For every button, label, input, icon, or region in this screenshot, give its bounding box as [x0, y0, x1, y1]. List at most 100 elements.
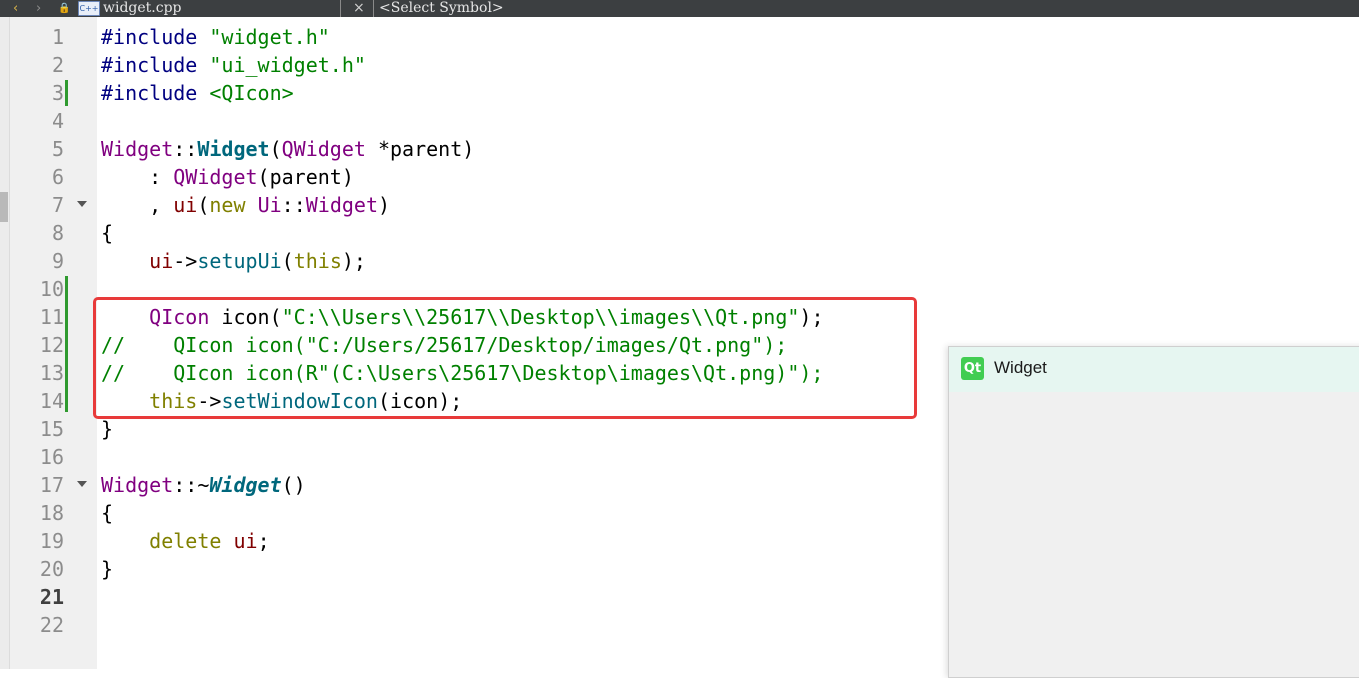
class-name: Widget — [101, 137, 174, 161]
keyword: new — [209, 193, 246, 217]
code-line-5[interactable]: Widget::Widget(QWidget *parent) — [101, 135, 474, 163]
qt-widget-window[interactable]: Qt Widget — [948, 346, 1359, 678]
code-line-1[interactable]: #include "widget.h" — [101, 23, 330, 51]
line-number: 12 — [39, 333, 64, 357]
current-line-number: 21 — [39, 585, 64, 609]
brace: { — [101, 221, 114, 245]
statement-end: ; — [257, 529, 270, 553]
window-titlebar[interactable]: Qt Widget — [949, 347, 1359, 392]
arrow-operator: -> — [173, 249, 198, 273]
param-type: QWidget — [281, 137, 366, 161]
line-number: 10 — [39, 277, 64, 301]
namespace-name: Ui — [257, 193, 282, 217]
indent: : — [101, 165, 174, 189]
change-marker — [65, 276, 68, 412]
line-number: 3 — [51, 81, 64, 105]
line-number: 5 — [51, 137, 64, 161]
class-name: Widget — [101, 473, 174, 497]
toolbar-divider — [373, 0, 374, 17]
line-number: 7 — [51, 193, 64, 217]
brace: } — [101, 417, 114, 441]
code-line-6[interactable]: : QWidget(parent) — [101, 163, 354, 191]
include-path: "ui_widget.h" — [197, 53, 366, 77]
fold-arrow-icon[interactable] — [77, 201, 87, 207]
line-number: 20 — [39, 557, 64, 581]
scope-operator: ::~ — [173, 473, 210, 497]
indent: , — [101, 193, 174, 217]
brace: { — [101, 501, 114, 525]
highlight-annotation-box — [93, 297, 917, 419]
destructor-name: Widget — [209, 473, 282, 497]
empty-params: () — [281, 473, 306, 497]
constructor-name: Widget — [197, 137, 270, 161]
paren-open: ( — [197, 193, 210, 217]
open-file-selector[interactable]: widget.cpp — [103, 0, 182, 17]
line-number: 22 — [39, 613, 64, 637]
line-number: 9 — [51, 249, 64, 273]
side-marker — [0, 192, 8, 222]
window-title: Widget — [994, 358, 1047, 377]
code-line-15[interactable]: } — [101, 415, 113, 443]
line-number: 15 — [39, 417, 64, 441]
code-line-17[interactable]: Widget::~Widget() — [101, 471, 306, 499]
paren-close: ); — [341, 249, 366, 273]
code-line-2[interactable]: #include "ui_widget.h" — [101, 51, 366, 79]
forward-arrow-icon[interactable]: › — [36, 0, 41, 17]
fold-arrow-icon[interactable] — [77, 481, 87, 487]
member-name: ui — [233, 529, 258, 553]
include-directive: #include — [101, 81, 198, 105]
keyword: this — [293, 249, 342, 273]
left-side-strip — [0, 17, 10, 669]
function-call: setupUi — [197, 249, 282, 273]
code-line-18[interactable]: { — [101, 499, 113, 527]
line-number: 2 — [51, 53, 64, 77]
paren-close: ) — [462, 137, 475, 161]
close-icon[interactable]: × — [353, 0, 365, 17]
line-number: 13 — [39, 361, 64, 385]
scope-operator: :: — [281, 193, 306, 217]
paren-open: ( — [281, 249, 294, 273]
base-class: QWidget — [173, 165, 258, 189]
symbol-selector[interactable]: <Select Symbol> — [379, 0, 504, 17]
member-name: ui — [173, 193, 198, 217]
include-path: <QIcon> — [197, 81, 294, 105]
line-number: 6 — [51, 165, 64, 189]
brace: } — [101, 557, 114, 581]
param-name: *parent — [365, 137, 463, 161]
keyword: delete — [149, 529, 222, 553]
qt-logo-icon: Qt — [961, 357, 984, 380]
back-arrow-icon[interactable]: ‹ — [13, 0, 18, 17]
line-number: 18 — [39, 501, 64, 525]
line-number: 4 — [51, 109, 64, 133]
code-line-3[interactable]: #include <QIcon> — [101, 79, 294, 107]
cpp-file-icon: C++ — [78, 1, 100, 16]
toolbar-divider — [340, 0, 341, 17]
lock-icon[interactable]: 🔒 — [58, 0, 70, 17]
member-name: ui — [149, 249, 174, 273]
line-number: 14 — [39, 389, 64, 413]
include-directive: #include — [101, 25, 198, 49]
scope-operator: :: — [173, 137, 198, 161]
line-number: 11 — [39, 305, 64, 329]
line-number: 8 — [51, 221, 64, 245]
change-marker — [65, 80, 68, 106]
code-line-20[interactable]: } — [101, 555, 113, 583]
line-number: 16 — [39, 445, 64, 469]
code-line-7[interactable]: , ui(new Ui::Widget) — [101, 191, 390, 219]
editor-toolbar: ‹ › 🔒 C++ widget.cpp × <Select Symbol> — [0, 0, 1359, 17]
code-line-8[interactable]: { — [101, 219, 113, 247]
line-number: 19 — [39, 529, 64, 553]
code-line-19[interactable]: delete ui; — [101, 527, 270, 555]
paren-open: ( — [269, 137, 282, 161]
code-line-9[interactable]: ui->setupUi(this); — [101, 247, 366, 275]
include-path: "widget.h" — [197, 25, 330, 49]
line-number: 17 — [39, 473, 64, 497]
initializer-args: (parent) — [257, 165, 354, 189]
paren-close: ) — [378, 193, 391, 217]
line-number: 1 — [51, 25, 64, 49]
class-name: Widget — [305, 193, 378, 217]
